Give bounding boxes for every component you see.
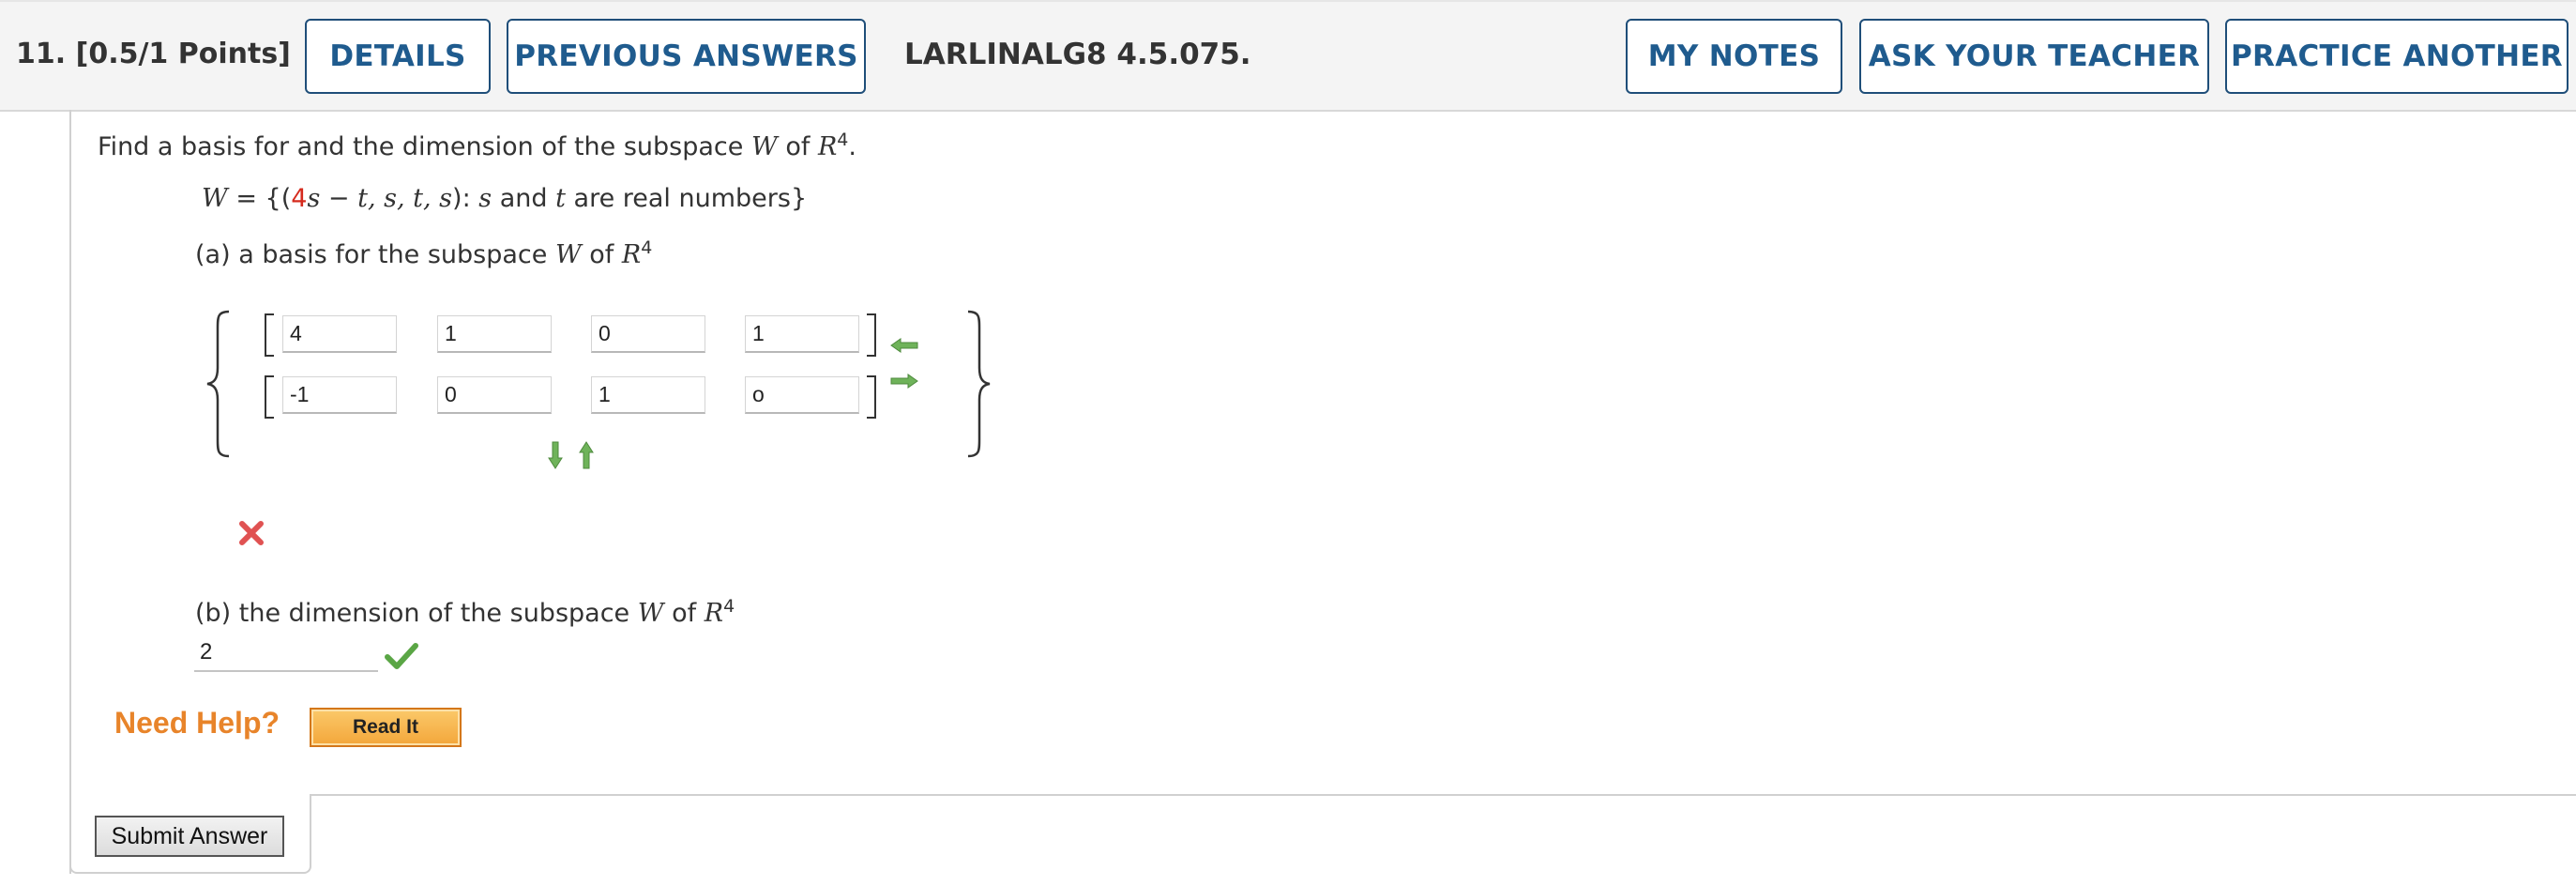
set-coefficient: 4 xyxy=(291,184,308,213)
panel-divider xyxy=(310,794,2576,796)
part-a-label: (a) a basis for the subspace W of R4 xyxy=(195,237,653,270)
basis-v2-c1-input[interactable]: -1 xyxy=(282,376,397,414)
basis-v1-c2-input[interactable]: 1 xyxy=(437,315,552,353)
set-colon: ): xyxy=(452,184,479,213)
part-b-var: W xyxy=(637,599,664,628)
set-and: and xyxy=(492,184,556,213)
basis-v2-c3-input[interactable]: 1 xyxy=(591,376,705,414)
prompt-mid: of xyxy=(777,132,818,161)
set-t: t xyxy=(555,184,566,213)
remove-row-arrow-icon[interactable] xyxy=(579,441,594,469)
question-header: 11. [0.5/1 Points] DETAILS PREVIOUS ANSW… xyxy=(0,0,2576,112)
basis-v1-c4-input[interactable]: 1 xyxy=(745,315,859,353)
read-it-button[interactable]: Read It xyxy=(310,708,462,747)
set-lhs: W xyxy=(202,184,228,213)
reference-code: LARLINALG8 4.5.075. xyxy=(904,38,1251,71)
part-a-space: R xyxy=(621,240,642,269)
ask-your-teacher-button[interactable]: ASK YOUR TEACHER xyxy=(1859,19,2209,94)
set-var-s: s xyxy=(307,184,321,213)
part-b-space: R xyxy=(704,599,724,628)
basis-v2-c4-input[interactable]: o xyxy=(745,376,859,414)
prompt-var: W xyxy=(750,132,778,161)
right-brace-icon xyxy=(967,310,991,458)
subspace-definition: W = {(4s − t, s, t, s): s and t are real… xyxy=(202,184,807,213)
submit-answer-button[interactable]: Submit Answer xyxy=(95,816,284,857)
question-panel xyxy=(69,110,2576,874)
row2-left-bracket xyxy=(265,375,274,419)
details-button[interactable]: DETAILS xyxy=(305,19,491,94)
need-help-label: Need Help? xyxy=(114,706,280,740)
add-row-arrow-icon[interactable] xyxy=(548,441,563,469)
my-notes-button[interactable]: MY NOTES xyxy=(1626,19,1842,94)
part-a-mid: of xyxy=(581,240,622,269)
set-s: s xyxy=(478,184,492,213)
basis-v1-c1-input[interactable]: 4 xyxy=(282,315,397,353)
row2-right-bracket xyxy=(867,375,876,419)
part-a-var: W xyxy=(554,240,582,269)
row1-right-bracket xyxy=(867,313,876,357)
basis-v1-c3-input[interactable]: 0 xyxy=(591,315,705,353)
left-brace-icon xyxy=(206,310,230,458)
set-components: t, s, t, s xyxy=(357,184,453,213)
practice-another-button[interactable]: PRACTICE ANOTHER xyxy=(2225,19,2568,94)
prompt-end: . xyxy=(848,132,856,161)
question-points: [0.5/1 Points] xyxy=(75,38,291,70)
part-a-text: (a) a basis for the subspace xyxy=(195,240,555,269)
incorrect-x-icon xyxy=(239,521,264,545)
question-prompt: Find a basis for and the dimension of th… xyxy=(98,130,856,162)
previous-answers-button[interactable]: PREVIOUS ANSWERS xyxy=(507,19,866,94)
prompt-space: R xyxy=(817,132,838,161)
set-eq: = {( xyxy=(227,184,292,213)
part-b-exp: 4 xyxy=(723,596,735,617)
add-column-arrow-icon[interactable] xyxy=(889,374,919,389)
correct-check-icon xyxy=(385,643,418,669)
question-label: 11. [0.5/1 Points] xyxy=(16,38,291,70)
part-b-mid: of xyxy=(663,599,705,628)
part-b-label: (b) the dimension of the subspace W of R… xyxy=(195,596,735,629)
remove-column-arrow-icon[interactable] xyxy=(889,338,919,353)
dimension-input[interactable]: 2 xyxy=(194,634,378,672)
prompt-exp: 4 xyxy=(837,130,849,150)
part-a-exp: 4 xyxy=(641,237,653,258)
basis-v2-c2-input[interactable]: 0 xyxy=(437,376,552,414)
row1-left-bracket xyxy=(265,313,274,357)
prompt-text: Find a basis for and the dimension of th… xyxy=(98,132,751,161)
question-number: 11. xyxy=(16,38,67,70)
part-b-text: (b) the dimension of the subspace xyxy=(195,599,638,628)
set-minus: − xyxy=(320,184,358,213)
set-end: are real numbers} xyxy=(565,184,808,213)
